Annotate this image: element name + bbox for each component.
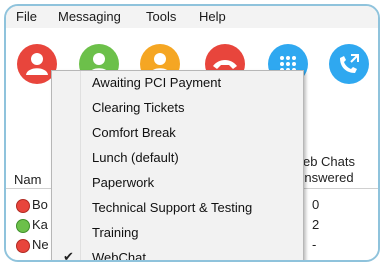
status-dot xyxy=(16,199,30,213)
menu-messaging[interactable]: Messaging xyxy=(58,9,121,24)
menu-item-label: Clearing Tickets xyxy=(92,100,185,115)
menu-item-label: Lunch (default) xyxy=(92,150,179,165)
chats-answered-value: 2 xyxy=(312,217,320,232)
checkmark-icon: ✔ xyxy=(63,249,74,262)
chats-answered-value: - xyxy=(312,237,317,252)
call-transfer-button[interactable] xyxy=(329,44,369,84)
column-header-line: nswered xyxy=(304,170,354,185)
menu-help[interactable]: Help xyxy=(199,9,226,24)
menu-item-technical-support-testing[interactable]: Technical Support & Testing xyxy=(52,196,303,221)
menu-item-label: Paperwork xyxy=(92,175,155,190)
menu-item-label: Training xyxy=(92,225,139,240)
menu-item-clearing-tickets[interactable]: Clearing Tickets xyxy=(52,96,303,121)
menu-item-webchat[interactable]: ✔ WebChat xyxy=(52,246,303,262)
chats-answered-value: 0 xyxy=(312,197,320,212)
column-header-line: eb Chats xyxy=(302,154,356,169)
status-dot xyxy=(16,219,30,233)
menu-file[interactable]: File xyxy=(16,9,37,24)
menu-item-label: Technical Support & Testing xyxy=(92,200,253,215)
menu-item-paperwork[interactable]: Paperwork xyxy=(52,171,303,196)
menu-item-lunch[interactable]: Lunch (default) xyxy=(52,146,303,171)
menu-item-comfort-break[interactable]: Comfort Break xyxy=(52,121,303,146)
agent-name: Ka xyxy=(32,217,48,232)
status-context-menu: Awaiting PCI Payment Clearing Tickets Co… xyxy=(51,70,304,262)
menu-item-label: WebChat xyxy=(92,250,146,262)
menu-item-training[interactable]: Training xyxy=(52,221,303,246)
call-transfer-icon xyxy=(340,54,359,73)
app-window: File Messaging Tools Help Nam eb Chats n… xyxy=(4,4,380,262)
menu-tools[interactable]: Tools xyxy=(146,9,176,24)
menu-item-label: Comfort Break xyxy=(92,125,176,140)
column-header-web-chats-answered[interactable]: eb Chats nswered xyxy=(294,154,364,186)
menu-item-label: Awaiting PCI Payment xyxy=(92,75,222,90)
column-header-name[interactable]: Nam xyxy=(14,172,41,187)
menu-item-awaiting-pci-payment[interactable]: Awaiting PCI Payment xyxy=(52,71,303,96)
agent-name: Ne xyxy=(32,237,49,252)
menu-bar: File Messaging Tools Help xyxy=(6,6,378,28)
agent-name: Bo xyxy=(32,197,48,212)
status-dot xyxy=(16,239,30,253)
